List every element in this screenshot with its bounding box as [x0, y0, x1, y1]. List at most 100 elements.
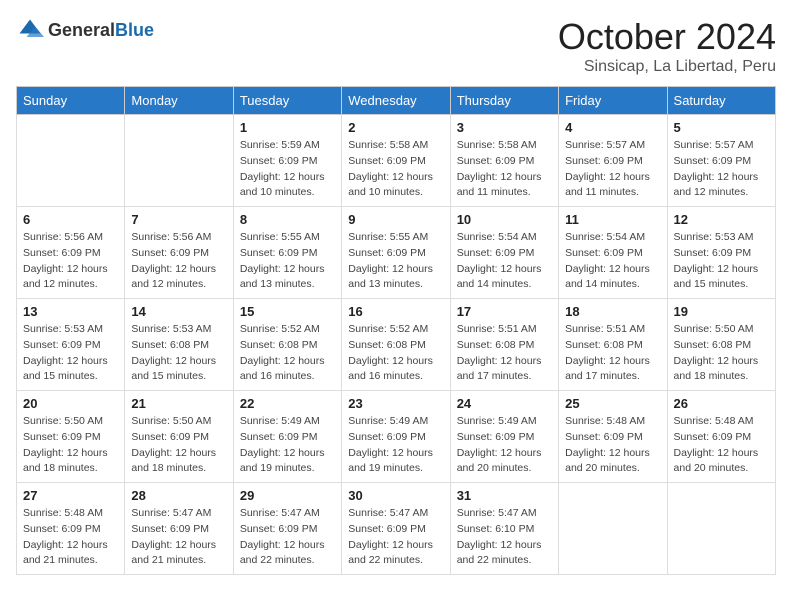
day-detail: Sunrise: 5:55 AM Sunset: 6:09 PM Dayligh… [348, 230, 443, 293]
week-row-3: 20Sunrise: 5:50 AM Sunset: 6:09 PM Dayli… [17, 391, 776, 483]
day-number: 14 [131, 304, 226, 319]
calendar-cell: 5Sunrise: 5:57 AM Sunset: 6:09 PM Daylig… [667, 115, 775, 207]
day-number: 26 [674, 396, 769, 411]
day-detail: Sunrise: 5:49 AM Sunset: 6:09 PM Dayligh… [457, 414, 552, 477]
week-row-2: 13 Sunrise: 5:53 AM Sunset: 6:09 PM Dayli… [17, 299, 776, 391]
header-cell-friday: Friday [559, 87, 667, 115]
page-header: GeneralBlue October 2024 Sinsicap, La Li… [16, 16, 776, 76]
day-number: 24 [457, 396, 552, 411]
day-number: 17 [457, 304, 552, 319]
day-detail: Sunrise: 5:48 AM Sunset: 6:09 PM Dayligh… [565, 414, 660, 477]
calendar-body: 1 Sunrise: 5:59 AM Sunset: 6:09 PM Daylig… [17, 115, 776, 575]
calendar-cell [125, 115, 233, 207]
calendar-cell [17, 115, 125, 207]
day-number: 1 [240, 120, 335, 135]
day-number: 13 [23, 304, 118, 319]
day-detail: Sunrise: 5:56 AM Sunset: 6:09 PM Dayligh… [131, 230, 226, 293]
header-cell-tuesday: Tuesday [233, 87, 341, 115]
day-number: 10 [457, 212, 552, 227]
calendar-cell: 14 Sunrise: 5:53 AM Sunset: 6:08 PM Dayli… [125, 299, 233, 391]
calendar-cell: 9 Sunrise: 5:55 AM Sunset: 6:09 PM Daylig… [342, 207, 450, 299]
day-number: 2 [348, 120, 443, 135]
day-number: 29 [240, 488, 335, 503]
week-row-0: 1 Sunrise: 5:59 AM Sunset: 6:09 PM Daylig… [17, 115, 776, 207]
calendar-cell: 26 Sunrise: 5:48 AM Sunset: 6:09 PM Dayli… [667, 391, 775, 483]
calendar-cell: 10 Sunrise: 5:54 AM Sunset: 6:09 PM Dayli… [450, 207, 558, 299]
day-number: 12 [674, 212, 769, 227]
day-detail: Sunrise: 5:54 AM Sunset: 6:09 PM Dayligh… [565, 230, 660, 293]
day-detail: Sunrise: 5:56 AM Sunset: 6:09 PM Dayligh… [23, 230, 118, 293]
calendar-cell: 20Sunrise: 5:50 AM Sunset: 6:09 PM Dayli… [17, 391, 125, 483]
calendar-cell: 24 Sunrise: 5:49 AM Sunset: 6:09 PM Dayli… [450, 391, 558, 483]
calendar-cell: 15Sunrise: 5:52 AM Sunset: 6:08 PM Dayli… [233, 299, 341, 391]
day-number: 8 [240, 212, 335, 227]
day-detail: Sunrise: 5:57 AM Sunset: 6:09 PM Dayligh… [674, 138, 769, 201]
calendar-header: SundayMondayTuesdayWednesdayThursdayFrid… [17, 87, 776, 115]
day-number: 4 [565, 120, 660, 135]
calendar-cell: 16 Sunrise: 5:52 AM Sunset: 6:08 PM Dayli… [342, 299, 450, 391]
day-detail: Sunrise: 5:55 AM Sunset: 6:09 PM Dayligh… [240, 230, 335, 293]
day-number: 18 [565, 304, 660, 319]
calendar-cell: 11 Sunrise: 5:54 AM Sunset: 6:09 PM Dayli… [559, 207, 667, 299]
day-detail: Sunrise: 5:47 AM Sunset: 6:10 PM Dayligh… [457, 506, 552, 569]
day-number: 16 [348, 304, 443, 319]
week-row-4: 27Sunrise: 5:48 AM Sunset: 6:09 PM Dayli… [17, 483, 776, 575]
calendar-cell: 30 Sunrise: 5:47 AM Sunset: 6:09 PM Dayli… [342, 483, 450, 575]
calendar-cell: 22 Sunrise: 5:49 AM Sunset: 6:09 PM Dayli… [233, 391, 341, 483]
logo-general: General [48, 20, 115, 40]
day-number: 30 [348, 488, 443, 503]
day-number: 7 [131, 212, 226, 227]
day-detail: Sunrise: 5:47 AM Sunset: 6:09 PM Dayligh… [131, 506, 226, 569]
header-cell-saturday: Saturday [667, 87, 775, 115]
logo-blue: Blue [115, 20, 154, 40]
calendar-table: SundayMondayTuesdayWednesdayThursdayFrid… [16, 86, 776, 575]
day-number: 6 [23, 212, 118, 227]
day-number: 22 [240, 396, 335, 411]
calendar-cell: 25Sunrise: 5:48 AM Sunset: 6:09 PM Dayli… [559, 391, 667, 483]
calendar-cell [559, 483, 667, 575]
logo: GeneralBlue [16, 16, 154, 44]
day-number: 21 [131, 396, 226, 411]
day-detail: Sunrise: 5:48 AM Sunset: 6:09 PM Dayligh… [674, 414, 769, 477]
logo-icon [16, 16, 44, 44]
day-number: 11 [565, 212, 660, 227]
header-cell-monday: Monday [125, 87, 233, 115]
location-subtitle: Sinsicap, La Libertad, Peru [558, 58, 776, 76]
day-detail: Sunrise: 5:49 AM Sunset: 6:09 PM Dayligh… [240, 414, 335, 477]
calendar-cell: 8 Sunrise: 5:55 AM Sunset: 6:09 PM Daylig… [233, 207, 341, 299]
header-row: SundayMondayTuesdayWednesdayThursdayFrid… [17, 87, 776, 115]
day-number: 28 [131, 488, 226, 503]
day-detail: Sunrise: 5:48 AM Sunset: 6:09 PM Dayligh… [23, 506, 118, 569]
day-detail: Sunrise: 5:52 AM Sunset: 6:08 PM Dayligh… [348, 322, 443, 385]
calendar-cell: 29Sunrise: 5:47 AM Sunset: 6:09 PM Dayli… [233, 483, 341, 575]
calendar-cell: 3Sunrise: 5:58 AM Sunset: 6:09 PM Daylig… [450, 115, 558, 207]
day-detail: Sunrise: 5:50 AM Sunset: 6:09 PM Dayligh… [131, 414, 226, 477]
day-detail: Sunrise: 5:51 AM Sunset: 6:08 PM Dayligh… [457, 322, 552, 385]
calendar-cell: 12Sunrise: 5:53 AM Sunset: 6:09 PM Dayli… [667, 207, 775, 299]
day-detail: Sunrise: 5:53 AM Sunset: 6:09 PM Dayligh… [23, 322, 118, 385]
calendar-cell: 19 Sunrise: 5:50 AM Sunset: 6:08 PM Dayli… [667, 299, 775, 391]
day-detail: Sunrise: 5:50 AM Sunset: 6:08 PM Dayligh… [674, 322, 769, 385]
day-detail: Sunrise: 5:50 AM Sunset: 6:09 PM Dayligh… [23, 414, 118, 477]
calendar-cell: 13 Sunrise: 5:53 AM Sunset: 6:09 PM Dayli… [17, 299, 125, 391]
day-number: 19 [674, 304, 769, 319]
day-detail: Sunrise: 5:53 AM Sunset: 6:08 PM Dayligh… [131, 322, 226, 385]
logo-text: GeneralBlue [48, 20, 154, 41]
calendar-cell [667, 483, 775, 575]
day-detail: Sunrise: 5:54 AM Sunset: 6:09 PM Dayligh… [457, 230, 552, 293]
calendar-cell: 27Sunrise: 5:48 AM Sunset: 6:09 PM Dayli… [17, 483, 125, 575]
day-detail: Sunrise: 5:59 AM Sunset: 6:09 PM Dayligh… [240, 138, 335, 201]
calendar-cell: 6 Sunrise: 5:56 AM Sunset: 6:09 PM Daylig… [17, 207, 125, 299]
day-detail: Sunrise: 5:52 AM Sunset: 6:08 PM Dayligh… [240, 322, 335, 385]
calendar-cell: 17 Sunrise: 5:51 AM Sunset: 6:08 PM Dayli… [450, 299, 558, 391]
header-cell-sunday: Sunday [17, 87, 125, 115]
calendar-cell: 31Sunrise: 5:47 AM Sunset: 6:10 PM Dayli… [450, 483, 558, 575]
day-detail: Sunrise: 5:47 AM Sunset: 6:09 PM Dayligh… [348, 506, 443, 569]
day-number: 9 [348, 212, 443, 227]
header-cell-wednesday: Wednesday [342, 87, 450, 115]
day-detail: Sunrise: 5:57 AM Sunset: 6:09 PM Dayligh… [565, 138, 660, 201]
title-area: October 2024 Sinsicap, La Libertad, Peru [558, 16, 776, 76]
calendar-cell: 23Sunrise: 5:49 AM Sunset: 6:09 PM Dayli… [342, 391, 450, 483]
calendar-cell: 21 Sunrise: 5:50 AM Sunset: 6:09 PM Dayli… [125, 391, 233, 483]
day-detail: Sunrise: 5:49 AM Sunset: 6:09 PM Dayligh… [348, 414, 443, 477]
